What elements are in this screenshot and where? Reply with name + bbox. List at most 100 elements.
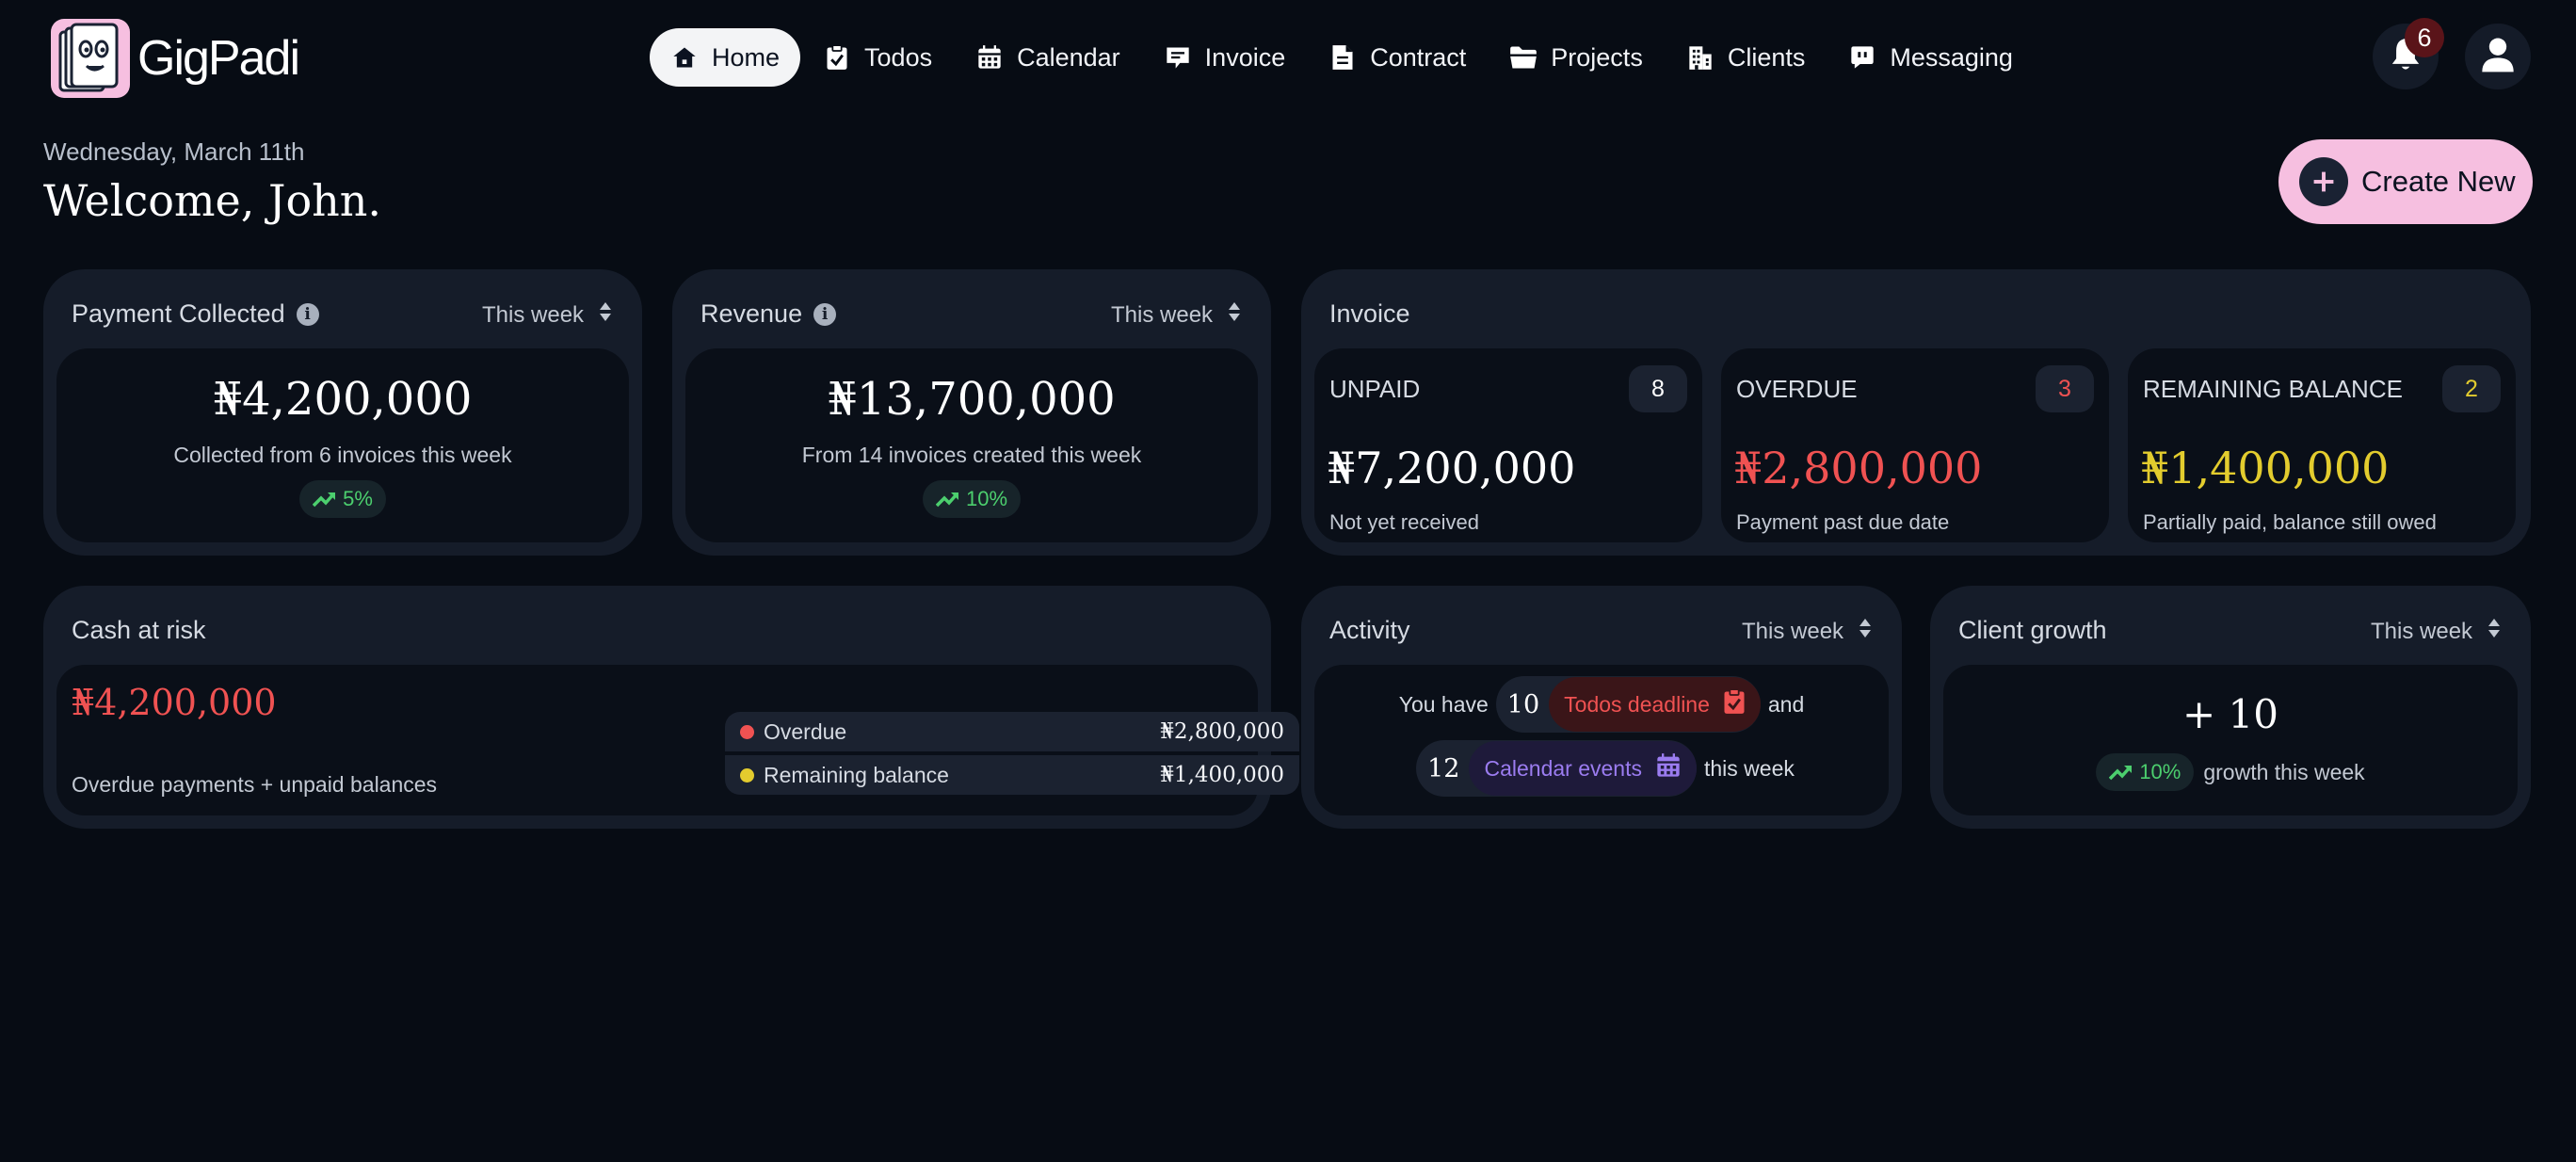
building-icon [1686, 43, 1715, 72]
cash-at-risk-amount: ₦4,200,000 [72, 682, 277, 723]
create-new-label: Create New [2361, 165, 2516, 198]
nav-item-contract[interactable]: Contract [1308, 28, 1487, 87]
nav-item-calendar[interactable]: Calendar [955, 28, 1141, 87]
activity-prefix: You have [1398, 691, 1489, 717]
invoice-description: Payment past due date [1736, 510, 1950, 534]
todos-count: 10 [1506, 689, 1540, 719]
invoice-count-badge: 8 [1629, 365, 1687, 412]
nav-label: Calendar [1017, 42, 1120, 72]
period-label: This week [2371, 618, 2473, 644]
card-title: Payment Collected i [72, 299, 319, 329]
cash-at-risk-card: Cash at risk ₦4,200,000 Overdue payments… [43, 586, 1299, 829]
period-label: This week [482, 301, 585, 328]
risk-value: ₦2,800,000 [1160, 719, 1284, 744]
nav-item-messaging[interactable]: Messaging [1827, 28, 2034, 87]
invoice-unpaid-box[interactable]: UNPAID 8 ₦7,200,000 Not yet received [1314, 348, 1702, 542]
client-growth-caption: growth this week [2203, 759, 2365, 784]
document-icon [1328, 43, 1357, 72]
page-title: Welcome, John. [43, 175, 382, 226]
message-icon [1848, 43, 1876, 72]
info-icon[interactable]: i [813, 302, 837, 326]
payment-collected-caption: Collected from 6 invoices this week [173, 443, 512, 467]
nav-item-home[interactable]: Home [650, 28, 801, 87]
invoice-description: Partially paid, balance still owed [2143, 510, 2437, 534]
nav-item-clients[interactable]: Clients [1666, 28, 1827, 87]
revenue-body: ₦13,700,000 From 14 invoices created thi… [685, 348, 1258, 542]
payment-collected-body: ₦4,200,000 Collected from 6 invoices thi… [56, 348, 629, 542]
folder-icon [1509, 43, 1538, 72]
payment-collected-title: Payment Collected [72, 299, 285, 328]
revenue-amount: ₦13,700,000 [828, 373, 1116, 426]
invoice-overdue-box[interactable]: OVERDUE 3 ₦2,800,000 Payment past due da… [1721, 348, 2109, 542]
trending-up-icon [2109, 766, 2133, 781]
cash-at-risk-title: Cash at risk [72, 616, 206, 644]
events-chip[interactable]: 12 Calendar events [1416, 740, 1697, 797]
activity-body: You have 10 Todos deadline and 12 Calend… [1314, 665, 1889, 815]
invoice-amount: ₦7,200,000 [1328, 443, 1576, 493]
activity-line-todos: You have 10 Todos deadline and [1314, 676, 1889, 733]
invoice-amount: ₦1,400,000 [2141, 443, 2390, 493]
nav-label: Projects [1551, 42, 1643, 72]
plus-icon [2299, 157, 2348, 206]
risk-row-remaining: Remaining balance ₦1,400,000 [725, 755, 1299, 795]
todos-chip[interactable]: 10 Todos deadline [1495, 676, 1761, 733]
sort-updown-icon [599, 301, 612, 329]
clipboard-check-icon [823, 43, 851, 72]
current-date: Wednesday, March 11th [43, 137, 305, 166]
nav-item-todos[interactable]: Todos [802, 28, 953, 87]
period-selector[interactable]: This week [1742, 618, 1872, 645]
calendar-icon [975, 43, 1004, 72]
create-new-button[interactable]: Create New [2278, 139, 2533, 224]
todos-tag: Todos deadline [1549, 677, 1761, 732]
events-label: Calendar events [1484, 755, 1642, 781]
trending-up-icon [313, 492, 336, 508]
change-badge: 5% [299, 480, 386, 518]
status-dot [740, 724, 754, 739]
info-icon[interactable]: i [296, 302, 319, 326]
change-value: 5% [343, 487, 373, 510]
revenue-title: Revenue [700, 299, 803, 328]
activity-suffix: this week [1703, 755, 1795, 781]
risk-row-overdue: Overdue ₦2,800,000 [725, 712, 1299, 751]
nav-item-invoice[interactable]: Invoice [1143, 28, 1307, 87]
card-title: Revenue i [700, 299, 837, 329]
app-name: GigPadi [137, 31, 300, 86]
invoice-card: Invoice UNPAID 8 ₦7,200,000 Not yet rece… [1301, 269, 2531, 556]
risk-label: Overdue [764, 718, 847, 744]
invoice-title: Invoice [1329, 299, 1410, 328]
cash-at-risk-body: ₦4,200,000 Overdue payments + unpaid bal… [56, 665, 1299, 815]
invoice-count-badge: 3 [2036, 365, 2094, 412]
change-badge: 10% [922, 480, 1022, 518]
invoice-count-badge: 2 [2442, 365, 2501, 412]
sort-updown-icon [2487, 618, 2501, 645]
events-tag: Calendar events [1469, 741, 1697, 796]
app-logo[interactable]: GigPadi [51, 19, 300, 98]
client-growth-card: Client growth This week + 10 10% growth … [1930, 586, 2531, 829]
profile-button[interactable] [2465, 24, 2531, 89]
invoice-remaining-box[interactable]: REMAINING BALANCE 2 ₦1,400,000 Partially… [2128, 348, 2516, 542]
period-label: This week [1111, 301, 1214, 328]
calendar-icon [1655, 752, 1682, 784]
payment-collected-amount: ₦4,200,000 [213, 373, 473, 426]
nav-label: Todos [864, 42, 933, 72]
activity-line-events: 12 Calendar events this week [1314, 740, 1889, 797]
activity-card: Activity This week You have 10 Todos dea… [1301, 586, 1902, 829]
period-selector[interactable]: This week [1111, 301, 1241, 329]
nav-item-projects[interactable]: Projects [1489, 28, 1664, 87]
user-icon [2479, 36, 2517, 78]
invoice-status-label: OVERDUE [1736, 375, 1858, 403]
period-selector[interactable]: This week [482, 301, 612, 329]
notifications-button[interactable]: 6 [2373, 18, 2444, 89]
activity-joiner: and [1767, 691, 1805, 717]
period-selector[interactable]: This week [2371, 618, 2501, 645]
todos-label: Todos deadline [1564, 691, 1710, 717]
notification-count-badge: 6 [2405, 18, 2444, 57]
home-icon [670, 43, 699, 72]
payment-collected-card: Payment Collected i This week ₦4,200,000… [43, 269, 642, 556]
client-growth-value: + 10 [2182, 691, 2278, 737]
receipt-icon [1164, 43, 1192, 72]
invoice-status-label: REMAINING BALANCE [2143, 375, 2403, 403]
risk-label: Remaining balance [764, 762, 949, 787]
risk-value: ₦1,400,000 [1160, 763, 1284, 787]
client-growth-summary: 10% growth this week [1943, 753, 2518, 791]
